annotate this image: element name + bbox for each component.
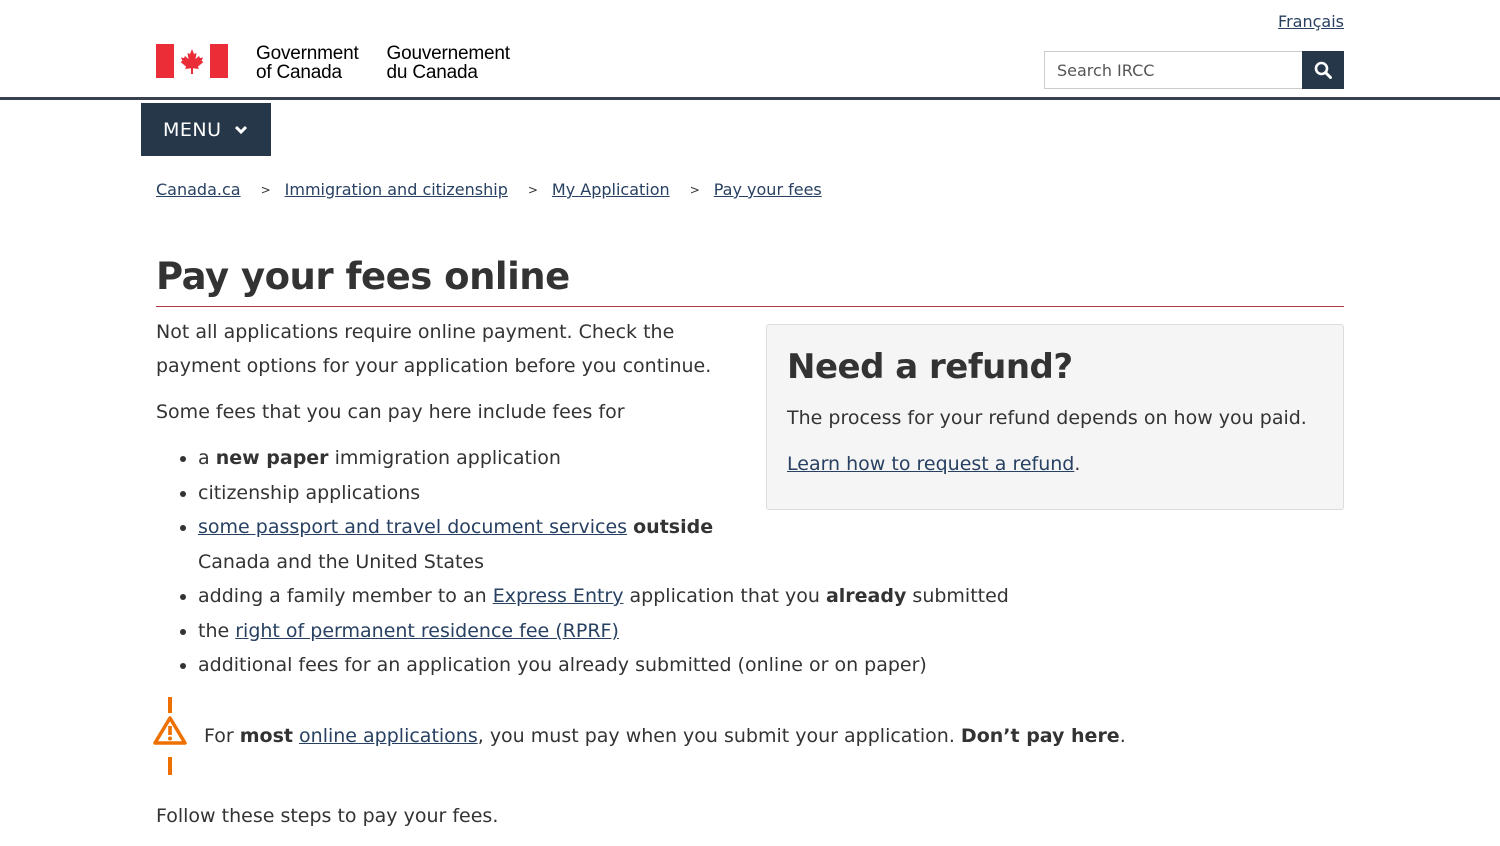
language-toggle-link[interactable]: Français bbox=[1278, 12, 1344, 31]
online-applications-link[interactable]: online applications bbox=[299, 725, 478, 747]
list-item: the right of permanent residence fee (RP… bbox=[198, 614, 1344, 649]
search-icon bbox=[1314, 61, 1332, 79]
warning-alert: For most online applications, you must p… bbox=[153, 696, 1344, 775]
government-of-canada-signature[interactable]: Government of Canada Gouvernement du Can… bbox=[156, 44, 510, 82]
refund-link[interactable]: Learn how to request a refund bbox=[787, 453, 1074, 475]
refund-text: The process for your refund depends on h… bbox=[787, 407, 1307, 429]
breadcrumb-separator: > bbox=[260, 182, 271, 197]
breadcrumb-link-canada[interactable]: Canada.ca bbox=[156, 180, 241, 199]
list-item: adding a family member to an Express Ent… bbox=[198, 579, 1344, 614]
search-input[interactable] bbox=[1044, 51, 1302, 89]
breadcrumb-separator: > bbox=[527, 182, 538, 197]
main-content: Pay your fees online Not all application… bbox=[153, 255, 1344, 846]
refund-title: Need a refund? bbox=[787, 347, 1073, 387]
menu-button[interactable]: MENU bbox=[141, 103, 271, 156]
breadcrumb: Canada.ca > Immigration and citizenship … bbox=[156, 180, 822, 199]
refund-panel: Need a refund? The process for your refu… bbox=[766, 324, 1344, 510]
site-header: Français Government of Canada Gouverneme… bbox=[0, 0, 1500, 100]
warning-icon bbox=[153, 696, 187, 775]
lead-paragraph: Some fees that you can pay here include … bbox=[156, 401, 625, 423]
express-entry-link[interactable]: Express Entry bbox=[493, 585, 624, 607]
brand-text-en: Government of Canada bbox=[256, 43, 359, 83]
search-form bbox=[1044, 51, 1344, 89]
follow-steps-text: Follow these steps to pay your fees. bbox=[156, 804, 499, 827]
breadcrumb-separator: > bbox=[689, 182, 700, 197]
list-item: additional fees for an application you a… bbox=[198, 648, 1344, 683]
brand-text-fr: Gouvernement du Canada bbox=[386, 43, 510, 83]
page-title: Pay your fees online bbox=[156, 255, 1344, 307]
menu-label: MENU bbox=[163, 118, 222, 141]
intro-paragraph: Not all applications require online paym… bbox=[156, 321, 712, 377]
breadcrumb-link-pay-fees[interactable]: Pay your fees bbox=[714, 180, 822, 199]
breadcrumb-link-immigration[interactable]: Immigration and citizenship bbox=[285, 180, 508, 199]
breadcrumb-link-my-application[interactable]: My Application bbox=[552, 180, 670, 199]
list-item: some passport and travel document servic… bbox=[198, 510, 758, 579]
search-button[interactable] bbox=[1302, 51, 1344, 89]
chevron-down-icon bbox=[234, 125, 247, 134]
passport-services-link[interactable]: some passport and travel document servic… bbox=[198, 516, 627, 538]
canada-flag-icon bbox=[156, 44, 228, 78]
rprf-link[interactable]: right of permanent residence fee (RPRF) bbox=[235, 620, 619, 642]
